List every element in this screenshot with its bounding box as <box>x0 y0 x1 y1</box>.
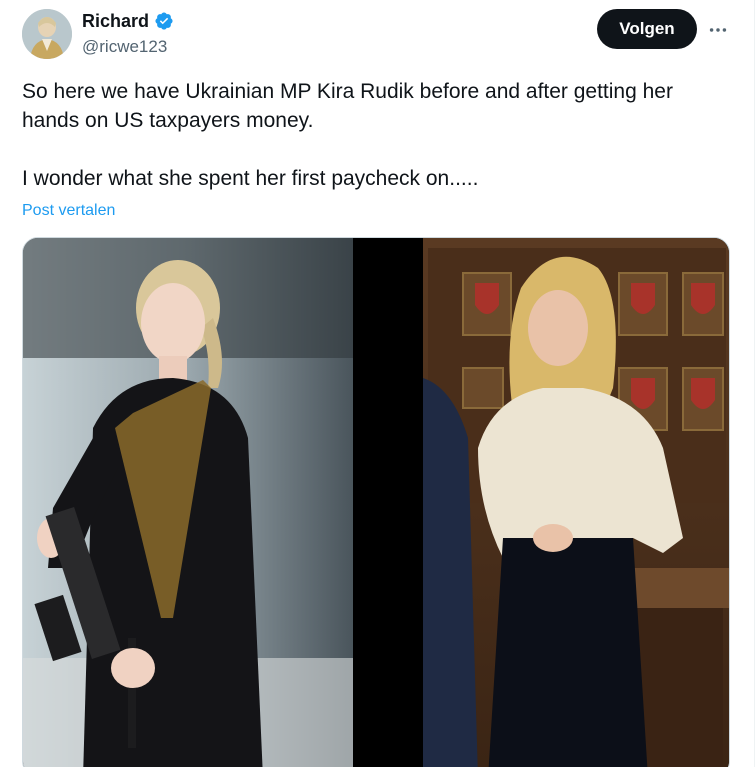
photo-divider <box>353 238 423 767</box>
avatar-image <box>22 9 72 59</box>
verified-badge-icon[interactable] <box>154 11 174 31</box>
more-horizontal-icon[interactable] <box>704 16 732 44</box>
author-display-name[interactable]: Richard <box>82 10 149 32</box>
tweet-card: Richard @ricwe123 Volgen So here we have… <box>0 0 755 767</box>
author-name-row: Richard <box>82 10 174 32</box>
media-collage <box>23 238 729 767</box>
author-handle[interactable]: @ricwe123 <box>82 36 167 58</box>
author-avatar[interactable] <box>22 9 72 59</box>
follow-button[interactable]: Volgen <box>597 9 697 49</box>
translate-post-link[interactable]: Post vertalen <box>22 202 115 220</box>
tweet-text: So here we have Ukrainian MP Kira Rudik … <box>22 80 673 190</box>
tweet-media[interactable] <box>22 237 730 767</box>
left-photo <box>23 238 353 767</box>
right-photo <box>423 238 729 767</box>
